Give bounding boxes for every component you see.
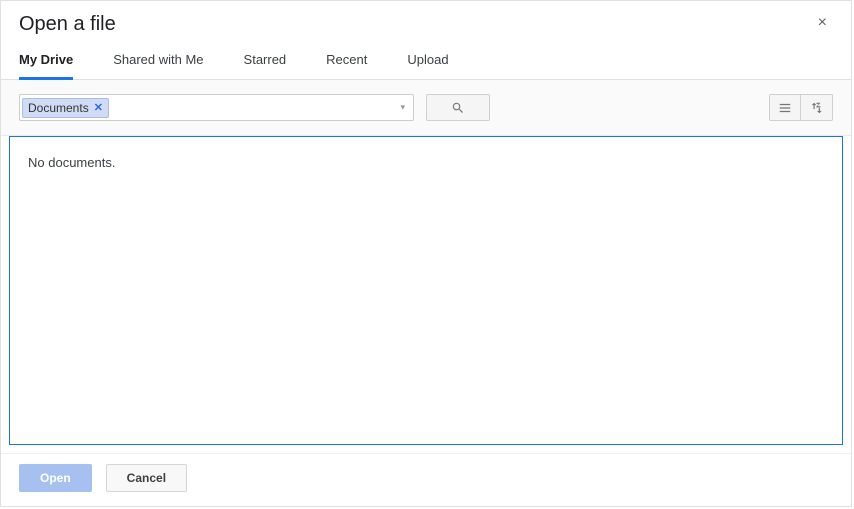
- tab-label: Starred: [244, 52, 287, 67]
- sort-az-icon: [810, 101, 824, 115]
- chip-close-icon[interactable]: ✕: [94, 101, 103, 114]
- tab-starred[interactable]: Starred: [244, 40, 305, 79]
- chevron-down-icon[interactable]: ▾: [392, 102, 413, 113]
- tab-label: My Drive: [19, 52, 73, 67]
- breadcrumb-chip[interactable]: Documents ✕: [22, 98, 109, 118]
- toolbar: Documents ✕ ▾: [1, 80, 851, 136]
- tab-bar: My Drive Shared with Me Starred Recent U…: [1, 40, 851, 80]
- empty-message: No documents.: [28, 155, 824, 170]
- breadcrumb-chip-label: Documents: [28, 101, 89, 115]
- list-view-button[interactable]: [769, 94, 801, 121]
- dialog-footer: Open Cancel: [1, 453, 851, 506]
- sort-button[interactable]: [801, 94, 833, 121]
- tab-recent[interactable]: Recent: [326, 40, 385, 79]
- tab-label: Recent: [326, 52, 367, 67]
- tab-upload[interactable]: Upload: [407, 40, 466, 79]
- tab-label: Shared with Me: [113, 52, 203, 67]
- view-toggle: [769, 94, 833, 121]
- file-list-area[interactable]: No documents.: [9, 136, 843, 445]
- tab-shared-with-me[interactable]: Shared with Me: [113, 40, 221, 79]
- tab-label: Upload: [407, 52, 448, 67]
- dialog-title: Open a file: [19, 13, 116, 36]
- search-button[interactable]: [426, 94, 490, 121]
- open-button[interactable]: Open: [19, 464, 92, 492]
- list-view-icon: [778, 101, 792, 115]
- close-icon[interactable]: ×: [812, 13, 833, 33]
- search-icon: [451, 101, 465, 115]
- tab-my-drive[interactable]: My Drive: [19, 40, 91, 79]
- breadcrumb-box[interactable]: Documents ✕ ▾: [19, 94, 414, 121]
- dialog-header: Open a file ×: [1, 1, 851, 40]
- cancel-button[interactable]: Cancel: [106, 464, 187, 492]
- file-picker-dialog: Open a file × My Drive Shared with Me St…: [0, 0, 852, 507]
